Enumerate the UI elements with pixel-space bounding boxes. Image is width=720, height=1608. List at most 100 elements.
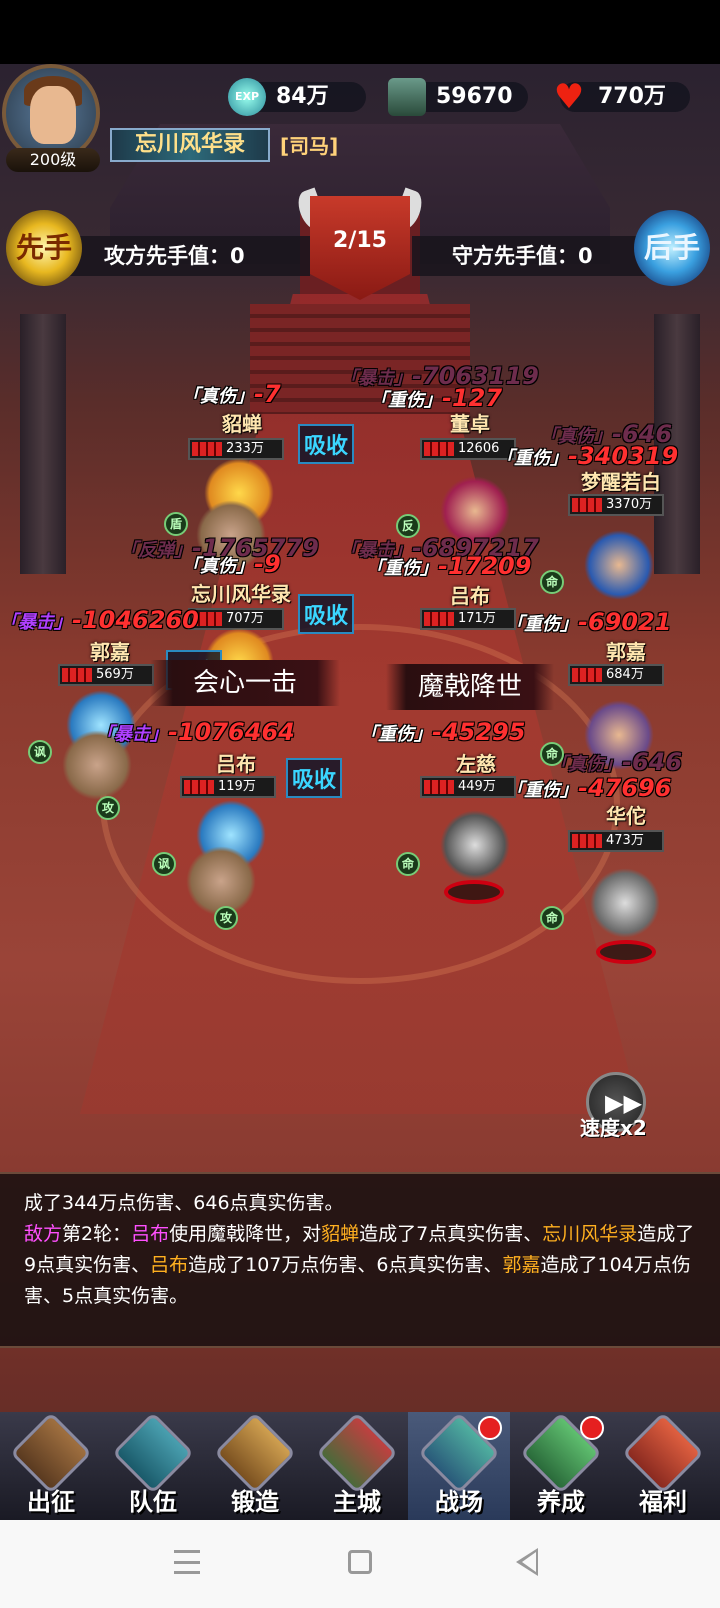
speed-label[interactable]: 速度x2 xyxy=(580,1112,647,1141)
mock-status-icon: 讽 xyxy=(28,740,52,764)
attack-status-icon: 攻 xyxy=(96,796,120,820)
damage-popup: 「重伤」-340319 xyxy=(496,442,679,470)
unit-name: 貂蝉 xyxy=(222,412,262,436)
damage-popup: 「真伤」-9 xyxy=(182,550,281,578)
exp-value: 84万 xyxy=(276,84,329,109)
hp-value: 12606 xyxy=(458,441,500,456)
unit-left-lubu[interactable]: 吕布 xyxy=(196,748,276,777)
absorb-label: 吸收 xyxy=(286,758,343,798)
heart-resource[interactable]: ♥ 770万 xyxy=(554,78,690,116)
unit-right-guojia[interactable]: 郭嘉 xyxy=(586,636,666,665)
home-icon[interactable] xyxy=(348,1550,372,1574)
jade-ticket-icon xyxy=(388,78,426,116)
nav-item-duiwu[interactable]: 队伍 xyxy=(102,1411,204,1520)
exp-resource[interactable]: EXP 84万 xyxy=(228,78,366,116)
nav-item-duanzao[interactable]: 锻造 xyxy=(204,1411,306,1520)
unit-name: 郭嘉 xyxy=(90,640,130,664)
unit-right-lubu[interactable]: 吕布 xyxy=(430,580,510,609)
log-line: 成了344万点伤害、646点真实伤害。 xyxy=(24,1192,344,1214)
damage-popup: 「暴击」-1076464 xyxy=(96,718,295,746)
pillar-left xyxy=(20,314,66,574)
hit-status-icon: 命 xyxy=(540,742,564,766)
nav-item-chuzheng[interactable]: 出征 xyxy=(0,1411,102,1520)
unit-name: 梦醒若白 xyxy=(581,470,661,494)
hp-bar: 233万 xyxy=(188,438,284,460)
hp-value: 171万 xyxy=(458,611,496,626)
second-move-badge: 后手 xyxy=(634,210,710,286)
hp-value: 3370万 xyxy=(606,497,653,512)
hp-bar: 3370万 xyxy=(568,494,664,516)
bottom-nav: 出征 队伍 锻造 主城 战场 养成 福利 xyxy=(0,1411,720,1520)
unit-sprite xyxy=(186,846,256,916)
unit-name: 华佗 xyxy=(606,804,646,828)
nav-item-yangcheng[interactable]: 养成 xyxy=(510,1411,612,1520)
unit-left-guojia[interactable]: 郭嘉 xyxy=(70,636,150,665)
defender-initiative: 守方先手值：0 xyxy=(412,236,662,276)
jade-resource[interactable]: 59670 xyxy=(388,78,528,116)
notification-dot xyxy=(478,1416,502,1440)
hp-value: 684万 xyxy=(606,667,644,682)
target-ring xyxy=(444,880,504,904)
absorb-label: 吸收 xyxy=(298,594,355,634)
damage-popup: 「真伤」-7 xyxy=(182,380,281,408)
menu-icon[interactable] xyxy=(174,1550,200,1574)
unit-name: 吕布 xyxy=(450,584,490,608)
mock-status-icon: 讽 xyxy=(152,852,176,876)
nav-label: 队伍 xyxy=(129,1488,177,1516)
nav-label: 养成 xyxy=(537,1488,585,1516)
unit-right-zuoci[interactable]: 左慈 xyxy=(436,748,516,777)
log-line: 敌方第2轮：吕布使用魔戟降世，对貂蝉造成了7点真实伤害、忘川风华录造成了9点真实… xyxy=(24,1223,695,1307)
nav-item-zhucheng[interactable]: 主城 xyxy=(306,1411,408,1520)
hp-value: 569万 xyxy=(96,667,134,682)
first-move-badge: 先手 xyxy=(6,210,82,286)
hp-bar: 684万 xyxy=(568,664,664,686)
hp-bar: 707万 xyxy=(188,608,284,630)
nav-item-zhanchang[interactable]: 战场 xyxy=(408,1411,510,1520)
unit-name: 吕布 xyxy=(216,752,256,776)
hp-bar: 449万 xyxy=(420,776,516,798)
jade-value: 59670 xyxy=(436,84,513,109)
unit-right-dongzhuo[interactable]: 董卓 xyxy=(430,408,510,437)
hit-status-icon: 命 xyxy=(540,906,564,930)
unit-sprite xyxy=(590,868,660,938)
attacker-initiative: 攻方先手值：0 xyxy=(60,236,310,276)
notification-dot xyxy=(580,1416,604,1440)
damage-popup: 「重伤」-45295 xyxy=(360,718,526,746)
unit-right-huatuo[interactable]: 华佗 xyxy=(586,800,666,829)
player-faction-tag: [司马] xyxy=(280,134,339,158)
hit-status-icon: 命 xyxy=(396,852,420,876)
damage-popup: 「真伤」-646 xyxy=(550,748,683,776)
damage-popup: 「重伤」-47696 xyxy=(506,774,672,802)
avatar-face xyxy=(30,86,76,144)
target-ring xyxy=(596,940,656,964)
unit-right-mengxing[interactable]: 梦醒若白 xyxy=(566,466,676,495)
unit-name: 忘川风华录 xyxy=(191,582,291,606)
player-name-banner: 忘川风华录 xyxy=(110,128,270,162)
nav-label: 主城 xyxy=(333,1488,381,1516)
hp-value: 707万 xyxy=(226,611,264,626)
damage-popup: 「重伤」-69021 xyxy=(506,608,672,636)
system-nav-bar xyxy=(0,1520,720,1608)
skill-banner-left: 会心一击 xyxy=(150,660,340,706)
hp-value: 119万 xyxy=(218,779,256,794)
battle-log[interactable]: 成了344万点伤害、646点真实伤害。 敌方第2轮：吕布使用魔戟降世，对貂蝉造成… xyxy=(0,1172,720,1348)
unit-name: 左慈 xyxy=(456,752,496,776)
damage-popup: 「暴击」-1046260 xyxy=(0,606,199,634)
hp-bar: 171万 xyxy=(420,608,516,630)
damage-popup: 「重伤」-17209 xyxy=(366,552,532,580)
unit-left-diaochan[interactable]: 貂蝉 xyxy=(200,408,284,437)
hp-bar: 119万 xyxy=(180,776,276,798)
hp-bar: 473万 xyxy=(568,830,664,852)
hp-bar: 569万 xyxy=(58,664,154,686)
exp-orb-icon: EXP xyxy=(228,78,266,116)
nav-item-fuli[interactable]: 福利 xyxy=(612,1411,714,1520)
hp-value: 473万 xyxy=(606,833,644,848)
damage-popup: 「重伤」-127 xyxy=(370,384,503,412)
skill-banner-right: 魔戟降世 xyxy=(386,664,554,710)
unit-sprite xyxy=(584,530,654,600)
heart-icon: ♥ xyxy=(553,77,585,117)
back-icon[interactable] xyxy=(516,1548,538,1576)
hp-value: 233万 xyxy=(226,441,264,456)
unit-left-player[interactable]: 忘川风华录 xyxy=(176,578,306,607)
status-bar-area xyxy=(0,0,720,64)
